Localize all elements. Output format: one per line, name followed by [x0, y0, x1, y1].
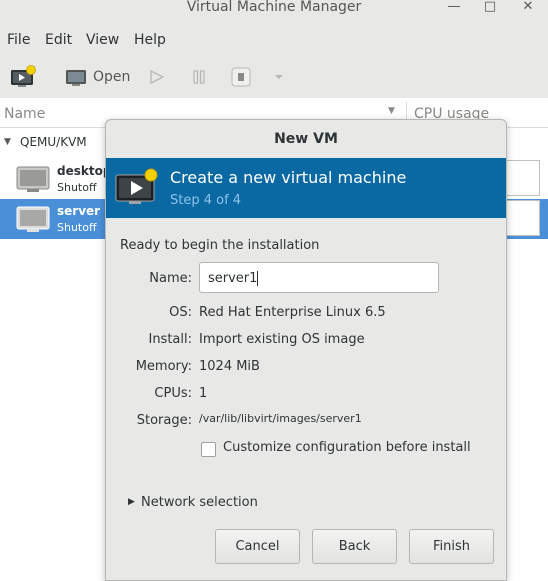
title-bar: Virtual Machine Manager — □ ✕	[0, 0, 548, 24]
install-label: Install:	[148, 332, 192, 347]
new-vm-icon	[11, 65, 36, 87]
install-value: Import existing OS image	[199, 332, 365, 347]
pause-icon	[193, 70, 205, 84]
run-button[interactable]	[148, 64, 166, 90]
vm-monitor-icon	[16, 206, 50, 232]
open-button[interactable]: Open	[93, 69, 130, 85]
new-vm-dialog: New VM Create a new virtual machine Step…	[105, 119, 507, 581]
column-name[interactable]: Name	[4, 106, 45, 122]
finish-button[interactable]: Finish	[409, 529, 494, 564]
ready-text: Ready to begin the installation	[120, 238, 320, 253]
dialog-title: New VM	[274, 131, 338, 147]
cpus-label: CPUs:	[154, 386, 192, 401]
toolbar: Open	[0, 56, 548, 99]
menu-edit[interactable]: Edit	[45, 32, 72, 48]
customize-checkbox[interactable]	[201, 442, 216, 457]
storage-value: /var/lib/libvirt/images/server1	[199, 412, 362, 425]
pause-button[interactable]	[190, 64, 208, 90]
cancel-button[interactable]: Cancel	[215, 529, 300, 564]
os-label: OS:	[169, 305, 192, 320]
menu-file[interactable]: File	[7, 32, 30, 48]
name-input-value: server1	[208, 271, 258, 286]
os-value: Red Hat Enterprise Linux 6.5	[199, 305, 386, 320]
monitor-icon	[66, 70, 86, 86]
open-button-icon-wrap[interactable]	[64, 64, 90, 90]
menu-view[interactable]: View	[86, 32, 119, 48]
name-input[interactable]: server1	[199, 262, 439, 293]
expander-down-icon: ▼	[4, 137, 11, 147]
vm-state: Shutoff	[57, 181, 97, 194]
cpu-usage-graph	[506, 160, 540, 196]
customize-label[interactable]: Customize configuration before install	[223, 440, 471, 455]
shutdown-menu-button[interactable]	[272, 64, 286, 90]
memory-label: Memory:	[135, 359, 192, 374]
network-selection-expander[interactable]: Network selection	[141, 495, 258, 510]
banner-title: Create a new virtual machine	[170, 168, 407, 187]
memory-value: 1024 MiB	[199, 359, 260, 374]
expander-right-icon[interactable]: ▶	[128, 497, 135, 507]
name-label: Name:	[149, 271, 192, 286]
cpus-value: 1	[199, 386, 208, 401]
menu-bar: File Edit View Help	[0, 24, 548, 56]
chevron-down-icon	[275, 75, 283, 79]
banner-step: Step 4 of 4	[170, 193, 242, 208]
window-title: Virtual Machine Manager	[186, 0, 362, 15]
vm-name: desktop	[57, 164, 112, 178]
cpu-usage-graph	[506, 200, 540, 236]
new-vm-icon	[115, 168, 158, 204]
connection-label: QEMU/KVM	[20, 135, 87, 149]
new-vm-button[interactable]	[9, 64, 37, 90]
minimize-button[interactable]: —	[446, 0, 462, 14]
back-button[interactable]: Back	[312, 529, 397, 564]
text-caret	[257, 271, 259, 286]
close-button[interactable]: ✕	[520, 0, 536, 14]
shutdown-button[interactable]	[230, 64, 252, 90]
vm-monitor-icon	[16, 166, 50, 192]
menu-help[interactable]: Help	[134, 32, 166, 48]
vm-state: Shutoff	[57, 221, 97, 234]
play-icon	[150, 69, 165, 85]
maximize-button[interactable]: □	[482, 0, 498, 14]
sort-indicator-icon: ▼	[388, 106, 395, 116]
power-icon	[231, 67, 251, 87]
storage-label: Storage:	[136, 413, 192, 428]
vm-name: server	[57, 204, 101, 218]
wizard-banner: Create a new virtual machine Step 4 of 4	[106, 158, 506, 218]
